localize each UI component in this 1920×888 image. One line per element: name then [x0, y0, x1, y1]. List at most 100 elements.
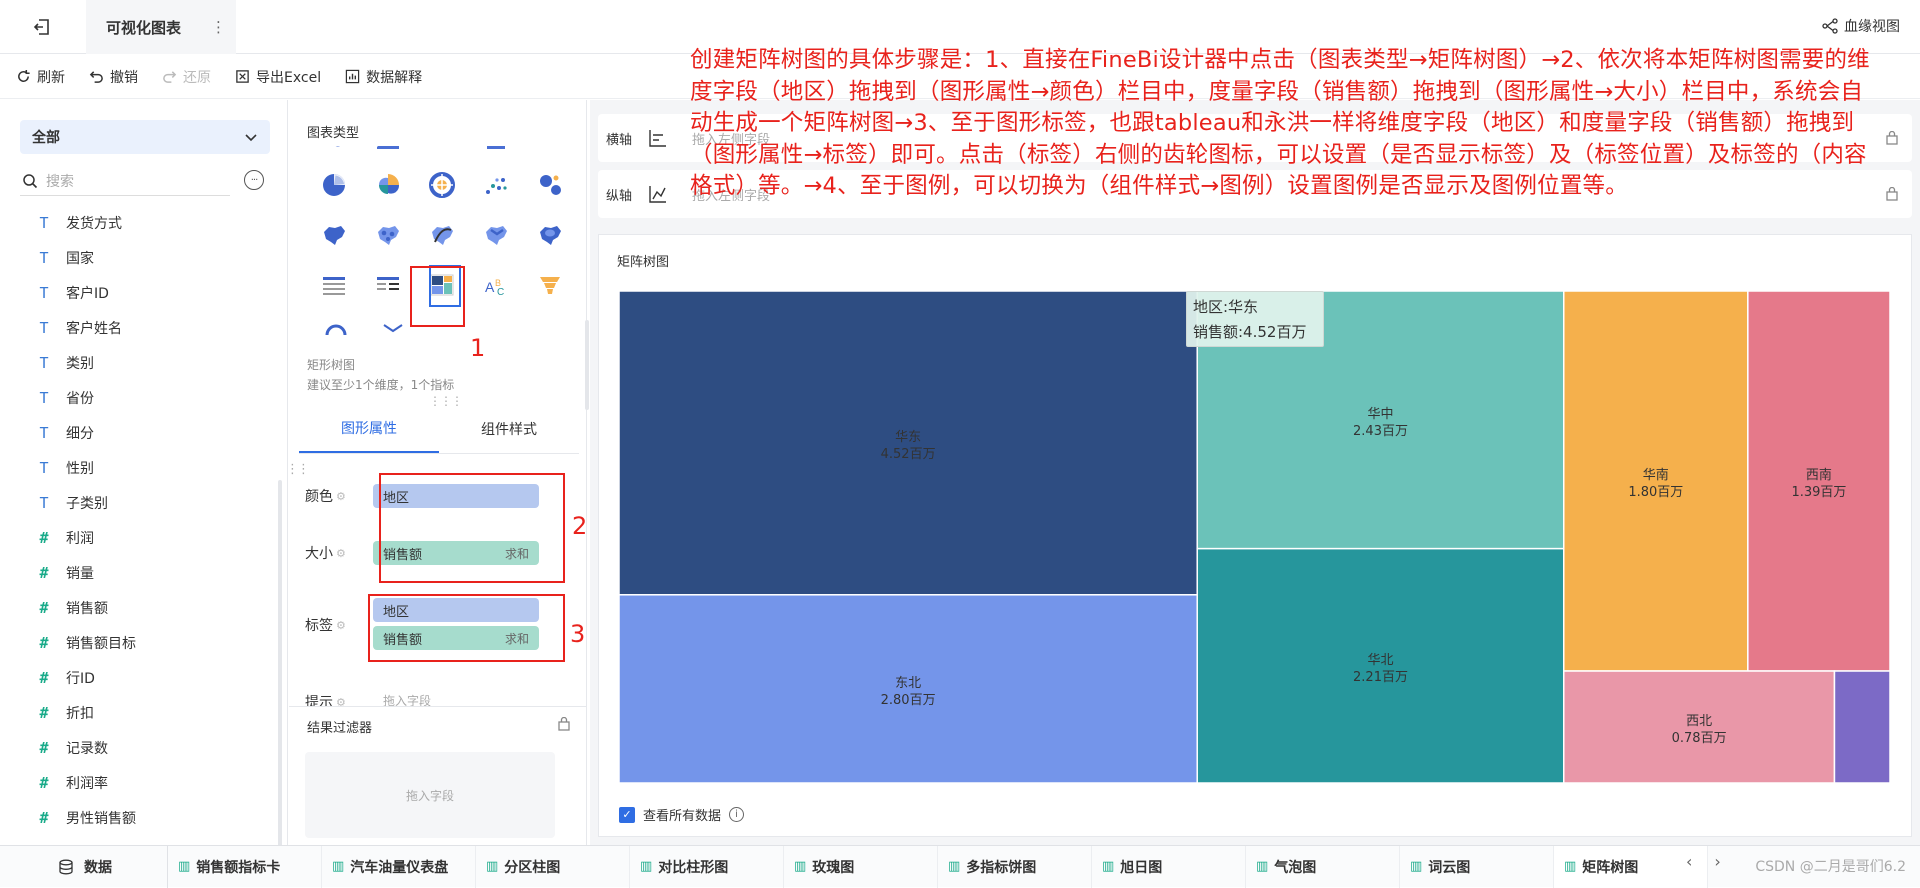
- component-tab-label: 词云图: [1428, 859, 1471, 876]
- gear-icon[interactable]: ⚙: [336, 696, 346, 707]
- show-all-data-toggle[interactable]: ✓ 查看所有数据 i: [619, 805, 745, 824]
- region-map-type-icon[interactable]: [469, 211, 523, 259]
- field-item[interactable]: # 折扣: [0, 695, 270, 730]
- field-item[interactable]: T 客户ID: [0, 275, 270, 310]
- map-type-icon[interactable]: [307, 211, 361, 259]
- bubble-type-icon[interactable]: [523, 161, 577, 209]
- field-item[interactable]: T 子类别: [0, 485, 270, 520]
- component-tab[interactable]: ▥ 多指标饼图: [938, 845, 1092, 888]
- tab-next-icon[interactable]: ›: [1714, 852, 1720, 871]
- treemap-cell-other[interactable]: [1833, 670, 1890, 783]
- gear-icon[interactable]: ⚙: [336, 619, 346, 632]
- pie-chart-type-icon[interactable]: [307, 161, 361, 209]
- lineage-view-button[interactable]: 血缘视图: [1822, 16, 1900, 36]
- point-map-type-icon[interactable]: [361, 211, 415, 259]
- chevron-down-icon: [245, 134, 257, 142]
- undo-button[interactable]: 撤销: [89, 67, 138, 87]
- field-scope-select[interactable]: 全部: [20, 120, 270, 154]
- gear-icon[interactable]: ⚙: [336, 490, 346, 503]
- redo-icon: [163, 71, 177, 83]
- field-item[interactable]: T 类别: [0, 345, 270, 380]
- undo-icon: [89, 71, 103, 83]
- funnel-type-icon[interactable]: [523, 261, 577, 309]
- field-item[interactable]: T 发货方式: [0, 205, 270, 240]
- panel-splitter-icon[interactable]: ⋮⋮: [286, 462, 310, 477]
- field-item[interactable]: # 销售额目标: [0, 625, 270, 660]
- word-cloud-type-icon[interactable]: ABC: [469, 261, 523, 309]
- range-chart-type-icon[interactable]: [415, 146, 469, 160]
- number-field-icon: #: [39, 703, 49, 722]
- text-field-icon: T: [39, 353, 49, 372]
- export-excel-button[interactable]: 导出Excel: [235, 67, 321, 87]
- back-icon[interactable]: [22, 12, 62, 42]
- sunburst-type-icon[interactable]: [415, 161, 469, 209]
- heat-map-type-icon[interactable]: [523, 211, 577, 259]
- page-title-tab[interactable]: 可视化图表 ⋮: [86, 0, 236, 54]
- chart-card: 矩阵树图 华东 4.52百万 东北 2.80百万 华中 2.43百万 华北 2.21百万 华南 1…: [598, 234, 1912, 837]
- detail-table-type-icon[interactable]: [361, 261, 415, 309]
- component-tab[interactable]: ▥ 销售额指标卡: [168, 845, 322, 888]
- tab-component-style[interactable]: 组件样式: [439, 404, 579, 453]
- component-tab[interactable]: ▥ 分区柱图: [476, 845, 630, 888]
- component-tab[interactable]: ▥ 对比柱形图: [630, 845, 784, 888]
- field-list-scrollbar[interactable]: [278, 480, 282, 870]
- field-search-input[interactable]: 搜索: [20, 166, 230, 196]
- checkbox-checked-icon[interactable]: ✓: [619, 806, 635, 823]
- field-item[interactable]: # 销售额: [0, 590, 270, 625]
- size-attr-label: 大小: [305, 546, 333, 562]
- component-tab-label: 玫瑰图: [812, 859, 855, 876]
- component-tab[interactable]: ▥ 玫瑰图: [784, 845, 938, 888]
- treemap-label-value: 1.39百万: [1791, 485, 1846, 500]
- field-item[interactable]: T 国家: [0, 240, 270, 275]
- tab-graphic-properties[interactable]: 图形属性: [299, 404, 439, 453]
- field-item[interactable]: # 记录数: [0, 730, 270, 765]
- scatter-type-icon[interactable]: [469, 161, 523, 209]
- tooltip-attr-label: 提示: [305, 695, 333, 706]
- field-label: 利润: [66, 530, 94, 547]
- redo-button[interactable]: 还原: [162, 67, 211, 87]
- treemap-label-name: 华北: [1367, 653, 1393, 668]
- component-tab-label: 汽车油量仪表盘: [350, 859, 449, 876]
- tab-prev-icon[interactable]: ‹: [1686, 852, 1692, 871]
- config-panel-scrollbar[interactable]: [585, 320, 589, 410]
- text-field-icon: T: [39, 283, 49, 302]
- field-item[interactable]: T 细分: [0, 415, 270, 450]
- component-tab[interactable]: ▥ 汽车油量仪表盘: [322, 845, 476, 888]
- field-item[interactable]: # 行ID: [0, 660, 270, 695]
- component-tab[interactable]: ▥ 矩阵树图: [1554, 845, 1708, 888]
- dashed-chart-type-icon[interactable]: [523, 146, 577, 160]
- component-tab[interactable]: ▥ 旭日图: [1092, 845, 1246, 888]
- area-chart-type-icon[interactable]: [361, 146, 415, 160]
- field-item[interactable]: T 省份: [0, 380, 270, 415]
- y-axis-lock-icon[interactable]: [1872, 187, 1912, 201]
- field-item[interactable]: T 客户姓名: [0, 310, 270, 345]
- field-item[interactable]: # 男性销售额: [0, 800, 270, 835]
- field-item[interactable]: #女性销售额: [0, 835, 270, 846]
- gauge-type-icon[interactable]: [307, 310, 364, 340]
- result-filter-drop-zone[interactable]: 拖入字段: [305, 752, 555, 838]
- flow-map-type-icon[interactable]: [415, 211, 469, 259]
- component-tab[interactable]: ▥ 气泡图: [1246, 845, 1400, 888]
- line-chart-type-icon[interactable]: [307, 146, 361, 160]
- rose-pie-type-icon[interactable]: [361, 161, 415, 209]
- number-field-icon: #: [39, 738, 49, 757]
- field-more-icon[interactable]: ···: [244, 170, 264, 190]
- tooltip-drop-zone[interactable]: 拖入字段: [373, 692, 431, 706]
- gear-icon[interactable]: ⚙: [336, 547, 346, 560]
- filter-settings-icon[interactable]: [557, 716, 571, 734]
- tab-data[interactable]: 数据: [0, 845, 168, 888]
- refresh-button[interactable]: 刷新: [16, 67, 65, 87]
- cross-table-type-icon[interactable]: [307, 261, 361, 309]
- x-axis-lock-icon[interactable]: [1872, 131, 1912, 145]
- field-item[interactable]: # 销量: [0, 555, 270, 590]
- info-icon[interactable]: i: [729, 807, 745, 822]
- more-options-icon[interactable]: ⋮: [211, 18, 226, 36]
- number-field-icon: #: [39, 668, 49, 687]
- field-item[interactable]: # 利润: [0, 520, 270, 555]
- box-chart-type-icon[interactable]: [469, 146, 523, 160]
- field-item[interactable]: T 性别: [0, 450, 270, 485]
- search-icon: [23, 173, 38, 188]
- data-explain-button[interactable]: 数据解释: [345, 67, 422, 87]
- field-item[interactable]: # 利润率: [0, 765, 270, 800]
- component-tab[interactable]: ▥ 词云图: [1400, 845, 1554, 888]
